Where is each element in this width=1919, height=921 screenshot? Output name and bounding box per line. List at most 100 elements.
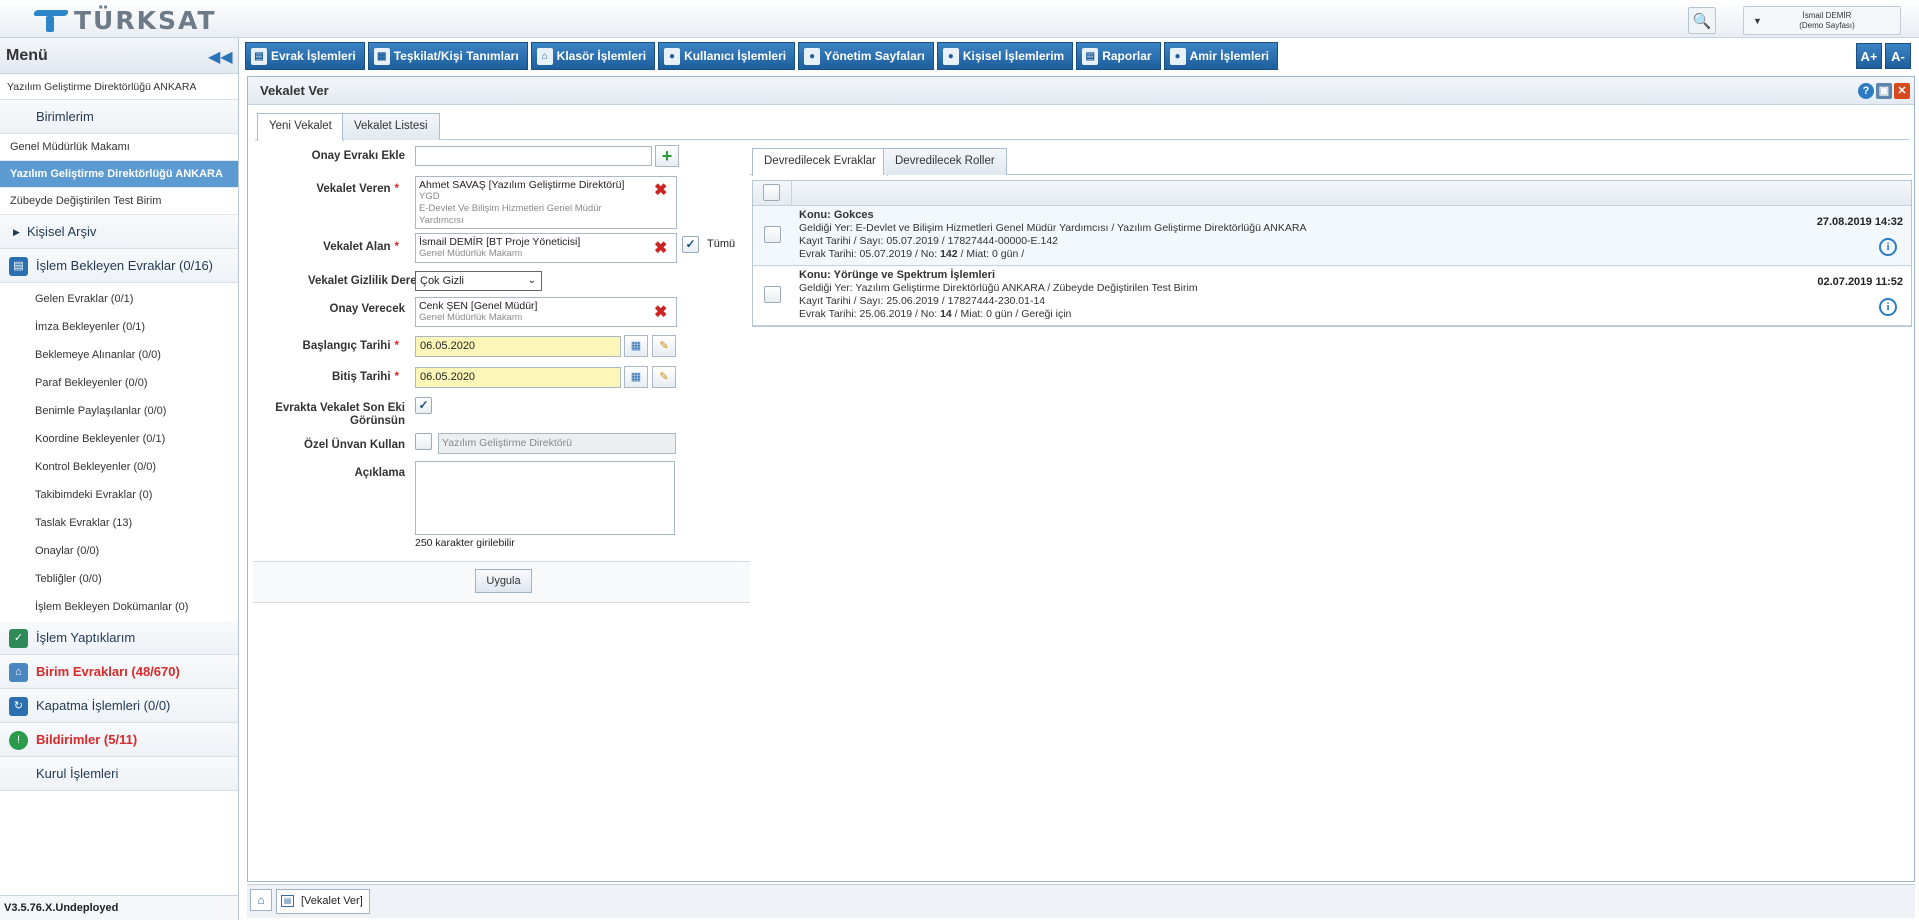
nav-yonetim[interactable]: ● Yönetim Sayfaları — [798, 42, 934, 70]
nav-klasor[interactable]: ⌂ Klasör İşlemleri — [530, 42, 656, 70]
bitis-date-input[interactable]: 06.05.2020 — [415, 367, 621, 388]
home-button[interactable]: ⌂ — [250, 889, 272, 911]
menu-item[interactable]: Paraf Bekleyenler (0/0) — [0, 369, 238, 397]
remove-onay-verecek-icon[interactable]: ✖ — [654, 302, 667, 322]
archive-icon: ↻ — [9, 697, 28, 716]
row-registry: Kayıt Tarihi / Sayı: 05.07.2019 / 178274… — [799, 235, 1058, 247]
menu-header: Menü ◀◀ — [0, 38, 238, 74]
son-eki-checkbox[interactable]: ✓ — [415, 397, 432, 414]
section-kurul[interactable]: Kurul İşlemleri — [0, 757, 238, 791]
help-icon[interactable]: ? — [1858, 83, 1874, 99]
nav-evrak[interactable]: ▤ Evrak İşlemleri — [245, 42, 365, 70]
close-icon[interactable]: ✕ — [1894, 83, 1910, 99]
minimize-icon[interactable]: ▣ — [1876, 83, 1892, 99]
tab-vekalet-listesi[interactable]: Vekalet Listesi — [342, 113, 440, 140]
onay-evraki-field[interactable] — [415, 146, 652, 166]
font-decrease-button[interactable]: A- — [1885, 43, 1911, 69]
select-all-checkbox[interactable] — [763, 184, 780, 201]
menu-item[interactable]: Beklemeye Alınanlar (0/0) — [0, 341, 238, 369]
bitis-clear-button[interactable]: ✎ — [652, 366, 676, 388]
uygula-button[interactable]: Uygula — [475, 569, 532, 593]
info-icon[interactable]: i — [1879, 238, 1897, 256]
top-bar: TÜRKSAT 🔍 ▼ İsmail DEMİR (Demo Sayfası) — [0, 0, 1919, 38]
manager-icon: ● — [1169, 47, 1186, 65]
nav-raporlar[interactable]: ▤ Raporlar — [1076, 42, 1161, 70]
menu-item[interactable]: Benimle Paylaşılanlar (0/0) — [0, 397, 238, 425]
search-button[interactable]: 🔍 — [1688, 7, 1716, 34]
ozel-unvan-label: Özel Ünvan Kullan — [304, 439, 405, 451]
row-date: 27.08.2019 14:32 — [1816, 216, 1903, 228]
calendar-icon: ▦ — [630, 371, 642, 383]
current-unit: Yazılım Geliştirme Direktörlüğü ANKARA — [0, 74, 238, 100]
plus-icon: + — [661, 146, 673, 166]
section-birim-evraklari[interactable]: ⌂ Birim Evrakları (48/670) — [0, 655, 238, 689]
ozel-unvan-checkbox[interactable] — [415, 433, 432, 450]
personal-icon: ● — [942, 47, 959, 65]
tab-devredilecek-roller[interactable]: Devredilecek Roller — [883, 148, 1007, 175]
menu-item[interactable]: Gelen Evraklar (0/1) — [0, 285, 238, 313]
vekalet-alan-label: Vekalet Alan * — [323, 241, 399, 253]
row-checkbox[interactable] — [764, 286, 781, 303]
menu-item[interactable]: Kontrol Bekleyenler (0/0) — [0, 453, 238, 481]
grid-row[interactable]: Konu: Gokces Geldiği Yer: E-Devlet ve Bi… — [753, 206, 1911, 266]
remove-vekalet-alan-icon[interactable]: ✖ — [654, 238, 667, 258]
taskbar-window-vekalet[interactable]: ▤ [Vekalet Ver] — [276, 889, 370, 914]
unit-item[interactable]: Genel Müdürlük Makamı — [0, 134, 238, 161]
remove-vekalet-veren-icon[interactable]: ✖ — [654, 180, 667, 200]
vekalet-veren-field[interactable]: Ahmet SAVAŞ [Yazılım Geliştirme Direktör… — [415, 176, 677, 229]
menu-item[interactable]: Takibimdeki Evraklar (0) — [0, 481, 238, 509]
menu-item[interactable]: Taslak Evraklar (13) — [0, 509, 238, 537]
unit-item[interactable]: Zübeyde Değiştirilen Test Birim — [0, 188, 238, 215]
row-date: 02.07.2019 11:52 — [1817, 276, 1903, 288]
onay-verecek-field[interactable]: Cenk ŞEN [Genel Müdür] Genel Müdürlük Ma… — [415, 297, 677, 327]
section-birimlerim[interactable]: Birimlerim — [0, 100, 238, 134]
onay-verecek-name: Cenk ŞEN [Genel Müdür] — [419, 300, 538, 312]
baslangic-calendar-button[interactable]: ▦ — [624, 335, 648, 357]
menu-item[interactable]: İşlem Bekleyen Dokümanlar (0) — [0, 593, 238, 621]
row-subject: Konu: Gokces — [799, 209, 874, 221]
chevron-down-icon: ⌄ — [527, 275, 536, 286]
section-islem-yaptiklarim[interactable]: ✓ İşlem Yaptıklarım — [0, 621, 238, 655]
aciklama-label: Açıklama — [354, 467, 405, 479]
vekalet-veren-dept: E-Devlet Ve Bilişim Hizmetleri Genel Müd… — [419, 203, 602, 226]
user-menu[interactable]: ▼ İsmail DEMİR (Demo Sayfası) — [1743, 6, 1901, 35]
nav-kullanici[interactable]: ● Kullanıcı İşlemleri — [658, 42, 796, 70]
menu-item[interactable]: İmza Bekleyenler (0/1) — [0, 313, 238, 341]
tab-yeni-vekalet[interactable]: Yeni Vekalet — [257, 113, 344, 141]
add-onay-evraki-button[interactable]: + — [655, 145, 679, 167]
logo-mark-icon — [34, 8, 72, 34]
menu-item[interactable]: Tebliğler (0/0) — [0, 565, 238, 593]
baslangic-clear-button[interactable]: ✎ — [652, 335, 676, 357]
baslangic-label: Başlangıç Tarihi * — [302, 340, 399, 352]
bitis-calendar-button[interactable]: ▦ — [624, 366, 648, 388]
nav-kisisel[interactable]: ● Kişisel İşlemlerim — [936, 42, 1074, 70]
bitis-label: Bitiş Tarihi * — [331, 371, 399, 383]
unit-item-selected[interactable]: Yazılım Geliştirme Direktörlüğü ANKARA — [0, 161, 238, 188]
vekalet-veren-unit: YGD — [419, 191, 440, 202]
nav-teskilat[interactable]: ▦ Teşkilat/Kişi Tanımları — [367, 42, 528, 70]
menu-item[interactable]: Koordine Bekleyenler (0/1) — [0, 425, 238, 453]
section-kapatma[interactable]: ↻ Kapatma İşlemleri (0/0) — [0, 689, 238, 723]
nav-amir[interactable]: ● Amir İşlemleri — [1163, 42, 1278, 70]
vekalet-alan-field[interactable]: İsmail DEMİR [BT Proje Yöneticisi] Genel… — [415, 233, 677, 263]
gizlilik-select[interactable]: Çok Gizli ⌄ — [415, 271, 542, 291]
row-checkbox[interactable] — [764, 226, 781, 243]
aciklama-textarea[interactable] — [415, 461, 675, 535]
info-icon[interactable]: i — [1879, 298, 1897, 316]
section-kisisel-arsiv[interactable]: ▶ Kişisel Arşiv — [0, 215, 238, 249]
vekalet-alan-unit: Genel Müdürlük Makamı — [419, 248, 523, 259]
menu-title: Menü — [6, 47, 48, 64]
font-increase-button[interactable]: A+ — [1856, 43, 1882, 69]
vekalet-veren-label: Vekalet Veren * — [316, 183, 399, 195]
ozel-unvan-input[interactable]: Yazılım Geliştirme Direktörü — [438, 433, 676, 454]
section-bildirimler[interactable]: ! Bildirimler (5/11) — [0, 723, 238, 757]
taskbar: ⌂ ▤ [Vekalet Ver] — [247, 884, 1915, 918]
admin-user-icon: ● — [804, 47, 821, 65]
menu-item[interactable]: Onaylar (0/0) — [0, 537, 238, 565]
baslangic-date-input[interactable]: 06.05.2020 — [415, 336, 621, 357]
grid-row[interactable]: Konu: Yörünge ve Spektrum İşlemleri Geld… — [753, 266, 1911, 326]
section-islem-bekleyen[interactable]: ▤ İşlem Bekleyen Evraklar (0/16) — [0, 249, 238, 283]
tumu-checkbox[interactable]: ✓ — [682, 236, 699, 253]
tab-devredilecek-evraklar[interactable]: Devredilecek Evraklar — [752, 148, 888, 176]
collapse-menu-icon[interactable]: ◀◀ — [208, 47, 233, 67]
